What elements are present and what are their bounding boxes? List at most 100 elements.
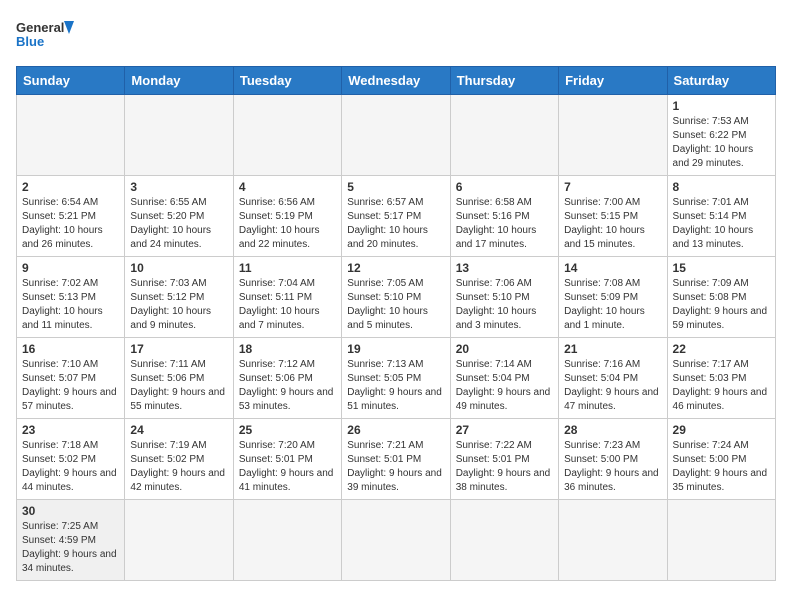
day-info: Sunrise: 7:16 AM Sunset: 5:04 PM Dayligh… (564, 358, 661, 414)
day-info: Sunrise: 7:05 AM Sunset: 5:10 PM Dayligh… (347, 277, 444, 333)
header: General Blue (16, 16, 776, 56)
day-info: Sunrise: 7:22 AM Sunset: 5:01 PM Dayligh… (456, 439, 553, 495)
calendar-cell: 13Sunrise: 7:06 AM Sunset: 5:10 PM Dayli… (450, 257, 558, 338)
day-number: 10 (130, 261, 227, 275)
weekday-header-row: SundayMondayTuesdayWednesdayThursdayFrid… (17, 67, 776, 95)
day-number: 15 (673, 261, 770, 275)
day-number: 22 (673, 342, 770, 356)
day-info: Sunrise: 7:20 AM Sunset: 5:01 PM Dayligh… (239, 439, 336, 495)
calendar-cell: 1Sunrise: 7:53 AM Sunset: 6:22 PM Daylig… (667, 95, 775, 176)
day-number: 11 (239, 261, 336, 275)
calendar-cell (17, 95, 125, 176)
weekday-header-monday: Monday (125, 67, 233, 95)
calendar-cell: 6 Sunrise: 6:58 AM Sunset: 5:16 PM Daylig… (450, 176, 558, 257)
day-number: 30 (22, 504, 119, 518)
day-info: Sunrise: 7:12 AM Sunset: 5:06 PM Dayligh… (239, 358, 336, 414)
calendar-cell: 28 Sunrise: 7:23 AM Sunset: 5:00 PM Dayli… (559, 419, 667, 500)
day-info: Sunrise: 7:03 AM Sunset: 5:12 PM Dayligh… (130, 277, 227, 333)
calendar-cell: 14 Sunrise: 7:08 AM Sunset: 5:09 PM Dayli… (559, 257, 667, 338)
calendar-cell: 11 Sunrise: 7:04 AM Sunset: 5:11 PM Dayli… (233, 257, 341, 338)
day-number: 9 (22, 261, 119, 275)
calendar-cell: 12 Sunrise: 7:05 AM Sunset: 5:10 PM Dayli… (342, 257, 450, 338)
day-number: 14 (564, 261, 661, 275)
calendar-cell: 10 Sunrise: 7:03 AM Sunset: 5:12 PM Dayli… (125, 257, 233, 338)
day-info: Sunrise: 6:58 AM Sunset: 5:16 PM Dayligh… (456, 196, 553, 252)
calendar-week-row: 23 Sunrise: 7:18 AM Sunset: 5:02 PM Dayli… (17, 419, 776, 500)
calendar-cell: 21Sunrise: 7:16 AM Sunset: 5:04 PM Dayli… (559, 338, 667, 419)
day-number: 7 (564, 180, 661, 194)
day-number: 13 (456, 261, 553, 275)
calendar-cell (342, 500, 450, 581)
calendar-cell: 18Sunrise: 7:12 AM Sunset: 5:06 PM Dayli… (233, 338, 341, 419)
calendar-week-row: 9 Sunrise: 7:02 AM Sunset: 5:13 PM Daylig… (17, 257, 776, 338)
day-info: Sunrise: 7:04 AM Sunset: 5:11 PM Dayligh… (239, 277, 336, 333)
calendar-cell (559, 95, 667, 176)
calendar-cell (559, 500, 667, 581)
day-number: 5 (347, 180, 444, 194)
day-number: 25 (239, 423, 336, 437)
calendar-cell (667, 500, 775, 581)
calendar-week-row: 1Sunrise: 7:53 AM Sunset: 6:22 PM Daylig… (17, 95, 776, 176)
calendar-cell: 27 Sunrise: 7:22 AM Sunset: 5:01 PM Dayli… (450, 419, 558, 500)
weekday-header-thursday: Thursday (450, 67, 558, 95)
day-info: Sunrise: 7:13 AM Sunset: 5:05 PM Dayligh… (347, 358, 444, 414)
day-info: Sunrise: 7:11 AM Sunset: 5:06 PM Dayligh… (130, 358, 227, 414)
weekday-header-tuesday: Tuesday (233, 67, 341, 95)
day-number: 12 (347, 261, 444, 275)
day-info: Sunrise: 7:19 AM Sunset: 5:02 PM Dayligh… (130, 439, 227, 495)
day-number: 24 (130, 423, 227, 437)
calendar-cell (450, 500, 558, 581)
day-info: Sunrise: 6:57 AM Sunset: 5:17 PM Dayligh… (347, 196, 444, 252)
weekday-header-sunday: Sunday (17, 67, 125, 95)
calendar-cell: 7 Sunrise: 7:00 AM Sunset: 5:15 PM Daylig… (559, 176, 667, 257)
day-info: Sunrise: 6:56 AM Sunset: 5:19 PM Dayligh… (239, 196, 336, 252)
calendar-cell: 17 Sunrise: 7:11 AM Sunset: 5:06 PM Dayli… (125, 338, 233, 419)
calendar-cell: 8Sunrise: 7:01 AM Sunset: 5:14 PM Daylig… (667, 176, 775, 257)
day-number: 26 (347, 423, 444, 437)
calendar-week-row: 2 Sunrise: 6:54 AM Sunset: 5:21 PM Daylig… (17, 176, 776, 257)
day-number: 19 (347, 342, 444, 356)
calendar-week-row: 16 Sunrise: 7:10 AM Sunset: 5:07 PM Dayli… (17, 338, 776, 419)
day-info: Sunrise: 7:23 AM Sunset: 5:00 PM Dayligh… (564, 439, 661, 495)
day-info: Sunrise: 7:24 AM Sunset: 5:00 PM Dayligh… (673, 439, 770, 495)
calendar-cell: 4 Sunrise: 6:56 AM Sunset: 5:19 PM Daylig… (233, 176, 341, 257)
day-number: 4 (239, 180, 336, 194)
day-info: Sunrise: 7:09 AM Sunset: 5:08 PM Dayligh… (673, 277, 770, 333)
calendar-cell: 20Sunrise: 7:14 AM Sunset: 5:04 PM Dayli… (450, 338, 558, 419)
weekday-header-saturday: Saturday (667, 67, 775, 95)
day-number: 16 (22, 342, 119, 356)
day-info: Sunrise: 7:10 AM Sunset: 5:07 PM Dayligh… (22, 358, 119, 414)
calendar: SundayMondayTuesdayWednesdayThursdayFrid… (16, 66, 776, 581)
day-number: 23 (22, 423, 119, 437)
calendar-cell: 9 Sunrise: 7:02 AM Sunset: 5:13 PM Daylig… (17, 257, 125, 338)
day-info: Sunrise: 7:08 AM Sunset: 5:09 PM Dayligh… (564, 277, 661, 333)
day-number: 28 (564, 423, 661, 437)
weekday-header-wednesday: Wednesday (342, 67, 450, 95)
calendar-cell (125, 95, 233, 176)
calendar-cell: 15 Sunrise: 7:09 AM Sunset: 5:08 PM Dayli… (667, 257, 775, 338)
calendar-cell: 2 Sunrise: 6:54 AM Sunset: 5:21 PM Daylig… (17, 176, 125, 257)
calendar-cell: 5 Sunrise: 6:57 AM Sunset: 5:17 PM Daylig… (342, 176, 450, 257)
day-number: 3 (130, 180, 227, 194)
calendar-cell: 22 Sunrise: 7:17 AM Sunset: 5:03 PM Dayli… (667, 338, 775, 419)
calendar-week-row: 30 Sunrise: 7:25 AM Sunset: 4:59 PM Dayli… (17, 500, 776, 581)
day-info: Sunrise: 7:18 AM Sunset: 5:02 PM Dayligh… (22, 439, 119, 495)
calendar-cell (233, 95, 341, 176)
day-info: Sunrise: 7:00 AM Sunset: 5:15 PM Dayligh… (564, 196, 661, 252)
day-info: Sunrise: 7:21 AM Sunset: 5:01 PM Dayligh… (347, 439, 444, 495)
day-number: 17 (130, 342, 227, 356)
day-info: Sunrise: 7:02 AM Sunset: 5:13 PM Dayligh… (22, 277, 119, 333)
day-info: Sunrise: 7:17 AM Sunset: 5:03 PM Dayligh… (673, 358, 770, 414)
day-number: 8 (673, 180, 770, 194)
day-number: 29 (673, 423, 770, 437)
day-number: 2 (22, 180, 119, 194)
day-number: 1 (673, 99, 770, 113)
calendar-cell: 16 Sunrise: 7:10 AM Sunset: 5:07 PM Dayli… (17, 338, 125, 419)
day-info: Sunrise: 6:54 AM Sunset: 5:21 PM Dayligh… (22, 196, 119, 252)
day-number: 27 (456, 423, 553, 437)
generalblue-logo: General Blue (16, 16, 76, 56)
day-info: Sunrise: 7:25 AM Sunset: 4:59 PM Dayligh… (22, 520, 119, 576)
calendar-cell (450, 95, 558, 176)
calendar-cell: 24 Sunrise: 7:19 AM Sunset: 5:02 PM Dayli… (125, 419, 233, 500)
day-number: 6 (456, 180, 553, 194)
